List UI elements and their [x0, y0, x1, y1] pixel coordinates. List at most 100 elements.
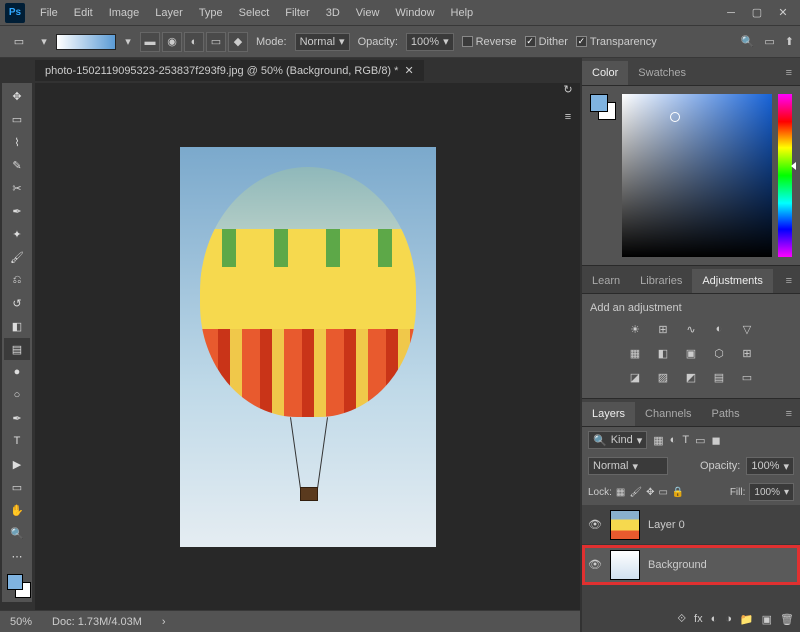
history-brush-tool[interactable]: ↺ [4, 292, 30, 314]
tool-preset-dropdown[interactable]: ▾ [40, 38, 48, 46]
gradient-linear-button[interactable]: ▬ [140, 32, 160, 52]
visibility-icon[interactable]: 👁 [588, 518, 602, 531]
filter-smart-icon[interactable]: ◼ [711, 434, 720, 447]
gradient-dropdown[interactable]: ▾ [124, 38, 132, 46]
gradient-reflected-button[interactable]: ▭ [206, 32, 226, 52]
layer-thumbnail[interactable] [610, 550, 640, 580]
zoom-tool[interactable]: 🔍 [4, 522, 30, 544]
marquee-tool[interactable]: ▭ [4, 108, 30, 130]
transparency-checkbox[interactable]: Transparency [576, 36, 657, 48]
tool-preset-icon[interactable]: ▭ [6, 31, 32, 53]
rectangle-tool[interactable]: ▭ [4, 476, 30, 498]
gradient-diamond-button[interactable]: ◆ [228, 32, 248, 52]
edit-toolbar[interactable]: ⋯ [4, 545, 30, 567]
menu-window[interactable]: Window [388, 4, 441, 22]
menu-type[interactable]: Type [192, 4, 230, 22]
maximize-button[interactable]: ▢ [745, 4, 769, 22]
tab-color[interactable]: Color [582, 61, 628, 85]
reverse-checkbox[interactable]: Reverse [462, 36, 517, 48]
threshold-icon[interactable]: ◩ [681, 368, 701, 386]
brightness-icon[interactable]: ☀ [625, 320, 645, 338]
color-picker[interactable] [622, 94, 772, 257]
lasso-tool[interactable]: ⌇ [4, 131, 30, 153]
invert-icon[interactable]: ◪ [625, 368, 645, 386]
pen-tool[interactable]: ✒ [4, 407, 30, 429]
tab-adjustments[interactable]: Adjustments [692, 269, 773, 293]
layer-row[interactable]: 👁 Layer 0 [582, 505, 800, 545]
lock-transparency-icon[interactable]: ▦ [616, 487, 625, 498]
selective-color-icon[interactable]: ▭ [737, 368, 757, 386]
menu-file[interactable]: File [33, 4, 65, 22]
panel-menu-icon[interactable]: ≡ [778, 402, 800, 426]
minimize-button[interactable]: ─ [719, 4, 743, 22]
panel-color-swatches[interactable] [590, 94, 616, 120]
layer-style-icon[interactable]: fx [694, 613, 703, 625]
color-lookup-icon[interactable]: ⊞ [737, 344, 757, 362]
hue-icon[interactable]: ▦ [625, 344, 645, 362]
properties-panel-icon[interactable]: ≡ [557, 106, 579, 128]
foreground-color[interactable] [7, 574, 23, 590]
filter-shape-icon[interactable]: ▭ [695, 434, 705, 447]
layer-row[interactable]: 👁 Background [582, 545, 800, 585]
vibrance-icon[interactable]: ▽ [737, 320, 757, 338]
move-tool[interactable]: ✥ [4, 85, 30, 107]
visibility-icon[interactable]: 👁 [588, 558, 602, 571]
share-icon[interactable]: ⬆ [785, 35, 794, 48]
dodge-tool[interactable]: ○ [4, 384, 30, 406]
tab-channels[interactable]: Channels [635, 402, 701, 426]
layer-mask-icon[interactable]: ◐ [711, 613, 718, 625]
document-tab[interactable]: photo-1502119095323-253837f293f9.jpg @ 5… [35, 60, 424, 81]
tab-learn[interactable]: Learn [582, 269, 630, 293]
gradient-preview[interactable] [56, 34, 116, 50]
bw-icon[interactable]: ◧ [653, 344, 673, 362]
blend-mode-select[interactable]: Normal▾ [588, 457, 668, 475]
zoom-level[interactable]: 50% [10, 616, 32, 628]
menu-layer[interactable]: Layer [148, 4, 190, 22]
brush-tool[interactable]: 🖌 [4, 246, 30, 268]
tab-swatches[interactable]: Swatches [628, 61, 696, 85]
menu-help[interactable]: Help [444, 4, 481, 22]
delete-layer-icon[interactable]: 🗑 [780, 613, 794, 626]
blur-tool[interactable]: ● [4, 361, 30, 383]
new-layer-icon[interactable]: ▣ [762, 613, 772, 626]
filter-pixel-icon[interactable]: ▦ [653, 434, 663, 447]
lock-artboard-icon[interactable]: ▭ [658, 487, 667, 498]
layer-name[interactable]: Layer 0 [648, 519, 685, 531]
gradient-tool[interactable]: ▤ [4, 338, 30, 360]
crop-tool[interactable]: ✂ [4, 177, 30, 199]
hand-tool[interactable]: ✋ [4, 499, 30, 521]
healing-tool[interactable]: ✦ [4, 223, 30, 245]
opacity-input[interactable]: 100%▾ [406, 33, 454, 51]
menu-edit[interactable]: Edit [67, 4, 100, 22]
menu-filter[interactable]: Filter [278, 4, 316, 22]
canvas-area[interactable] [35, 83, 580, 610]
channel-mixer-icon[interactable]: ⬡ [709, 344, 729, 362]
eraser-tool[interactable]: ◧ [4, 315, 30, 337]
close-button[interactable]: ✕ [771, 4, 795, 22]
workspace-icon[interactable]: ▭ [764, 35, 774, 48]
menu-image[interactable]: Image [102, 4, 147, 22]
tab-libraries[interactable]: Libraries [630, 269, 692, 293]
color-swatches[interactable] [4, 572, 30, 600]
path-select-tool[interactable]: ▶ [4, 453, 30, 475]
panel-menu-icon[interactable]: ≡ [778, 269, 800, 293]
menu-3d[interactable]: 3D [319, 4, 347, 22]
tab-close-icon[interactable]: ✕ [404, 64, 413, 77]
layer-name[interactable]: Background [648, 559, 707, 571]
new-fill-icon[interactable]: ◑ [725, 613, 732, 625]
status-arrow-icon[interactable]: › [162, 616, 166, 628]
tab-layers[interactable]: Layers [582, 402, 635, 426]
search-icon[interactable]: 🔍 [741, 35, 755, 48]
layer-thumbnail[interactable] [610, 510, 640, 540]
filter-type-icon[interactable]: T [682, 434, 689, 446]
dither-checkbox[interactable]: Dither [525, 36, 568, 48]
lock-position-icon[interactable]: ✥ [646, 487, 654, 498]
stamp-tool[interactable]: ⎌ [4, 269, 30, 291]
history-panel-icon[interactable]: ↻ [557, 78, 579, 100]
filter-adjust-icon[interactable]: ◐ [670, 434, 677, 446]
quick-select-tool[interactable]: ✎ [4, 154, 30, 176]
new-group-icon[interactable]: 📁 [740, 613, 754, 626]
exposure-icon[interactable]: ◐ [709, 320, 729, 338]
lock-all-icon[interactable]: 🔒 [672, 487, 684, 498]
canvas[interactable] [180, 147, 436, 547]
